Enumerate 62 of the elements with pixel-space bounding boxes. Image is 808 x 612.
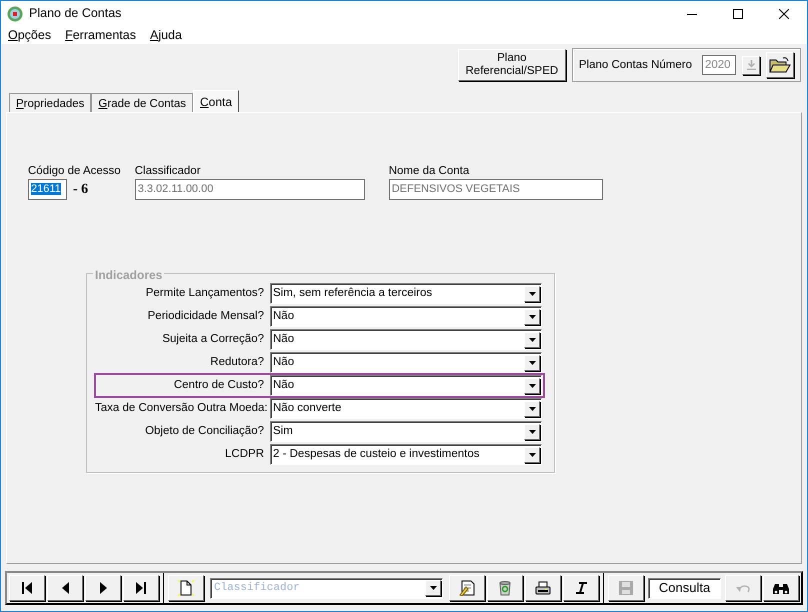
download-arrow-icon	[746, 60, 756, 70]
field-label: Centro de Custo?	[172, 378, 265, 393]
previous-icon	[62, 582, 68, 594]
last-button[interactable]	[123, 575, 159, 601]
search-combo[interactable]: Classificador	[210, 578, 444, 598]
previous-button[interactable]	[47, 575, 83, 601]
classifier-field[interactable]: 3.3.02.11.00.00	[134, 179, 365, 200]
open-folder-button[interactable]	[766, 52, 794, 78]
new-document-button[interactable]	[168, 575, 204, 601]
tab[interactable]: Grade de Contas	[91, 93, 193, 112]
italic-icon	[576, 582, 587, 594]
field-label: Permite Lançamentos?	[144, 286, 265, 301]
field-label: Sujeita a Correção?	[161, 332, 265, 347]
code-field[interactable]: 21611	[28, 179, 67, 200]
field-label: Redutora?	[209, 354, 265, 370]
italic-button[interactable]	[563, 575, 600, 601]
first-button[interactable]	[9, 575, 45, 601]
maximize-icon[interactable]	[733, 8, 743, 18]
save-icon	[619, 581, 634, 595]
tab[interactable]: Propriedades	[9, 93, 92, 112]
window-title: Plano de Contas	[29, 5, 122, 22]
first-icon	[22, 582, 32, 594]
next-icon	[100, 582, 106, 594]
field-label: Objeto de Conciliação?	[144, 424, 265, 439]
new-document-icon	[178, 580, 194, 596]
menu-item[interactable]: Ferramentas	[65, 26, 136, 44]
dropdown[interactable]: Sim	[270, 421, 542, 442]
classifier-label: Classificador	[134, 165, 202, 178]
folder-icon	[769, 57, 791, 73]
field-label: LCDPR	[224, 446, 265, 462]
menu-item[interactable]: Opções	[8, 26, 52, 44]
referencial-button[interactable]: Plano Referencial/SPED	[458, 49, 566, 81]
recycle-bin-icon	[497, 580, 514, 596]
plan-number-label: Plano Contas Número	[578, 58, 692, 72]
binoculars-button[interactable]	[763, 575, 800, 601]
dropdown[interactable]: Não	[270, 375, 542, 396]
dropdown[interactable]: Não	[270, 329, 542, 350]
print-button[interactable]	[525, 575, 562, 601]
plan-number-field[interactable]: 2020	[702, 55, 736, 75]
code-label: Código de Acesso	[28, 165, 121, 178]
edit-document-icon	[459, 580, 476, 596]
dropdown[interactable]: Não	[270, 306, 542, 327]
account-name-field[interactable]: DEFENSIVOS VEGETAIS	[388, 179, 603, 200]
mode-field: Consulta	[648, 578, 722, 598]
last-icon	[136, 582, 146, 594]
field-label: Periodicidade Mensal?	[146, 308, 265, 324]
dropdown[interactable]: Não converte	[270, 398, 542, 419]
account-name-label: Nome da Conta	[388, 165, 470, 178]
dropdown[interactable]: 2 - Despesas de custeio e investimentos	[270, 444, 542, 465]
close-icon[interactable]	[779, 8, 789, 18]
edit-document-button[interactable]	[449, 575, 486, 601]
dropdown[interactable]: Sim, sem referência a terceiros	[270, 283, 542, 304]
next-button[interactable]	[85, 575, 121, 601]
menu-item[interactable]: Ajuda	[150, 26, 182, 44]
tab[interactable]: Conta	[193, 90, 240, 112]
app-icon	[7, 6, 23, 22]
dropdown[interactable]: Não	[270, 352, 542, 373]
recycle-bin-button[interactable]	[487, 575, 524, 601]
binoculars-icon	[773, 581, 790, 595]
field-label: Taxa de Conversão Outra Moeda:	[95, 400, 269, 416]
check-digit: - 6	[73, 180, 88, 198]
print-icon	[535, 581, 552, 595]
